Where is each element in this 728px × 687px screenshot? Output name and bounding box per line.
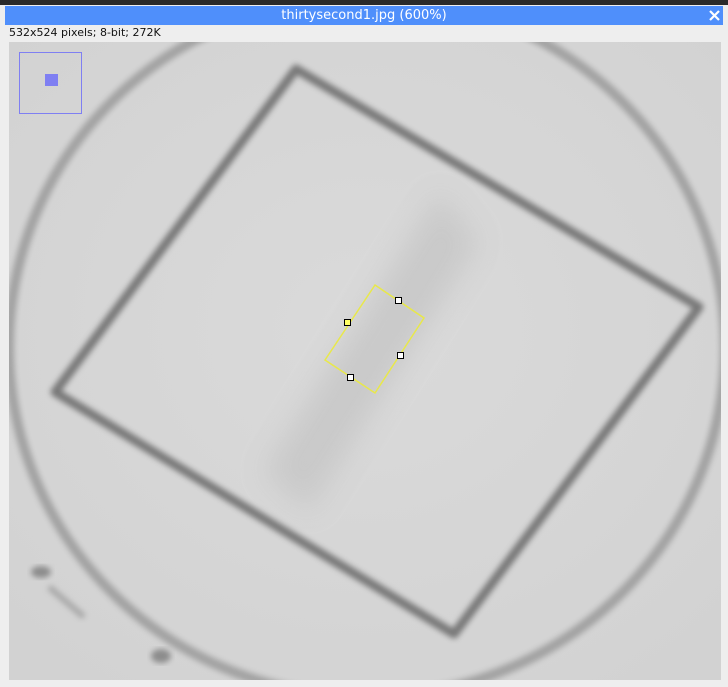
selection-handle[interactable]	[397, 352, 404, 359]
image-window: thirtysecond1.jpg (600%) 532x524 pixels;…	[0, 0, 728, 687]
image-content	[9, 42, 721, 680]
zoom-navigator[interactable]	[19, 52, 82, 114]
selection-handle[interactable]	[347, 374, 354, 381]
navigator-viewport[interactable]	[45, 74, 58, 86]
speck	[151, 649, 171, 663]
window-top-border	[0, 0, 728, 5]
close-icon	[709, 10, 720, 21]
image-info-text: 532x524 pixels; 8-bit; 272K	[9, 26, 161, 39]
window-title: thirtysecond1.jpg (600%)	[281, 8, 447, 23]
speck	[31, 566, 51, 578]
close-button[interactable]	[705, 6, 723, 25]
window-titlebar[interactable]: thirtysecond1.jpg (600%)	[5, 6, 723, 25]
selection-handle[interactable]	[344, 319, 351, 326]
image-canvas[interactable]	[9, 42, 721, 680]
selection-handle[interactable]	[395, 297, 402, 304]
window-bottom-border	[0, 682, 728, 687]
